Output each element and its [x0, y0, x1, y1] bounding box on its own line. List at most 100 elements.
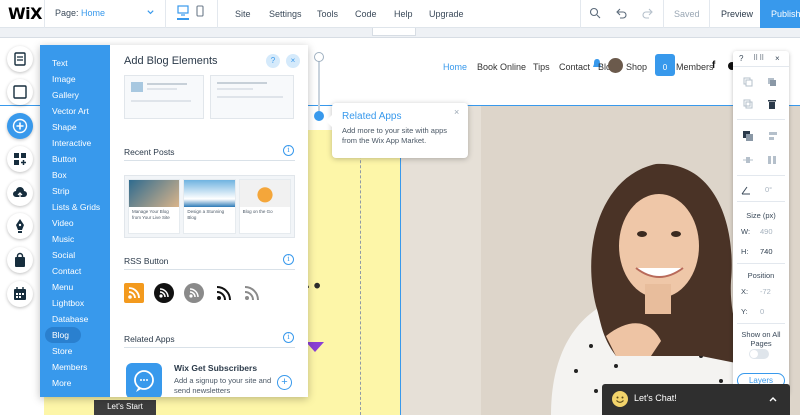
desktop-view-icon[interactable]	[177, 5, 189, 20]
add-app-button[interactable]: +	[277, 375, 292, 390]
category-blog[interactable]: Blog	[45, 327, 81, 343]
member-avatar[interactable]	[608, 58, 623, 73]
inspector-close-button[interactable]: ×	[775, 54, 780, 63]
rss-plain-black-icon[interactable]	[214, 283, 234, 303]
menu-site[interactable]: Site	[235, 9, 251, 19]
publish-button[interactable]: Publish	[760, 0, 800, 28]
background-button[interactable]	[7, 79, 33, 105]
site-nav-shop[interactable]: Shop	[626, 62, 647, 72]
align-icon[interactable]	[767, 131, 777, 141]
category-video[interactable]: Video	[40, 215, 110, 231]
menu-settings[interactable]: Settings	[269, 9, 302, 19]
category-social[interactable]: Social	[40, 247, 110, 263]
pages-button[interactable]	[7, 46, 33, 72]
blog-element-thumbnail[interactable]	[210, 75, 294, 119]
chevron-down-icon[interactable]	[146, 8, 155, 17]
blog-element-thumbnail[interactable]	[124, 75, 204, 119]
rotate-icon[interactable]	[741, 185, 751, 195]
category-contact[interactable]: Contact	[40, 263, 110, 279]
add-button[interactable]	[7, 113, 33, 139]
category-lists-grids[interactable]: Lists & Grids	[40, 199, 110, 215]
y-field[interactable]: 0	[760, 307, 764, 316]
panel-content: Add Blog Elements ? × Recent Posts i Man…	[110, 45, 308, 397]
site-nav-book-online[interactable]: Book Online	[477, 62, 526, 72]
ruler-handle[interactable]	[372, 28, 416, 36]
site-nav-home[interactable]: Home	[443, 62, 467, 72]
bookings-button[interactable]	[7, 281, 33, 307]
menu-upgrade[interactable]: Upgrade	[429, 9, 464, 19]
info-icon[interactable]: i	[283, 254, 294, 265]
facebook-icon[interactable]: f	[712, 60, 715, 71]
section-slider-dot[interactable]	[314, 52, 324, 62]
delete-trash-icon[interactable]	[767, 99, 777, 109]
info-icon[interactable]: i	[283, 145, 294, 156]
chevron-up-icon[interactable]	[768, 394, 778, 404]
menu-tools[interactable]: Tools	[317, 9, 338, 19]
upload-button[interactable]	[7, 180, 33, 206]
drag-handle-icon[interactable]: ⠿⠿	[753, 54, 765, 62]
category-shape[interactable]: Shape	[40, 119, 110, 135]
category-menu[interactable]: Menu	[40, 279, 110, 295]
info-icon[interactable]: i	[283, 332, 294, 343]
site-nav-contact[interactable]: Contact	[559, 62, 590, 72]
menu-help[interactable]: Help	[394, 9, 413, 19]
height-field[interactable]: 740	[760, 247, 773, 256]
width-field[interactable]: 490	[760, 227, 773, 236]
cart-bag-icon[interactable]: 0	[655, 54, 675, 76]
page-selector-label: Page:	[55, 8, 79, 18]
related-app-card[interactable]: Wix Get Subscribers Add a signup to your…	[124, 361, 295, 397]
distribute-icon[interactable]	[743, 155, 753, 165]
category-database[interactable]: Database	[40, 311, 110, 327]
category-text[interactable]: Text	[40, 55, 110, 71]
arrange-icon[interactable]	[743, 131, 753, 141]
inspector-help-button[interactable]: ?	[739, 54, 743, 63]
post-image	[184, 180, 235, 207]
undo-icon[interactable]	[615, 7, 627, 19]
rss-black-circle-icon[interactable]	[154, 283, 174, 303]
page-selector[interactable]: Page: Home	[55, 8, 105, 18]
duplicate-icon[interactable]	[743, 99, 753, 109]
menu-code[interactable]: Code	[355, 9, 377, 19]
chat-smiley-icon	[612, 391, 628, 407]
recent-posts-widget[interactable]: Manage Your Blog from Your Live Site Des…	[124, 175, 295, 238]
match-size-icon[interactable]	[767, 155, 777, 165]
size-label: Size (px)	[746, 211, 776, 220]
rss-orange-icon[interactable]	[124, 283, 144, 303]
lets-start-button[interactable]: Let's Start	[94, 400, 156, 415]
copy-icon[interactable]	[743, 77, 753, 87]
category-members[interactable]: Members	[40, 359, 110, 375]
category-image[interactable]: Image	[40, 71, 110, 87]
rss-plain-gray-icon[interactable]	[242, 283, 262, 303]
close-button[interactable]: ×	[286, 54, 300, 68]
category-store[interactable]: Store	[40, 343, 110, 359]
site-nav-members[interactable]: Members	[676, 62, 714, 72]
category-vector-art[interactable]: Vector Art	[40, 103, 110, 119]
show-all-pages-toggle[interactable]	[749, 349, 769, 359]
mobile-view-icon[interactable]	[196, 5, 204, 17]
chat-widget[interactable]: Let's Chat!	[602, 384, 790, 415]
apps-button[interactable]	[7, 146, 33, 172]
category-music[interactable]: Music	[40, 231, 110, 247]
tooltip-close-button[interactable]: ×	[454, 107, 459, 117]
blog-button[interactable]	[7, 213, 33, 239]
category-box[interactable]: Box	[40, 167, 110, 183]
category-gallery[interactable]: Gallery	[40, 87, 110, 103]
category-more[interactable]: More	[40, 375, 110, 391]
paste-icon[interactable]	[767, 77, 777, 87]
category-button[interactable]: Button	[40, 151, 110, 167]
category-strip[interactable]: Strip	[40, 183, 110, 199]
site-nav-tips[interactable]: Tips	[533, 62, 550, 72]
category-interactive[interactable]: Interactive	[40, 135, 110, 151]
purple-shape[interactable]	[306, 342, 324, 352]
rotation-value[interactable]: 0°	[765, 185, 772, 194]
redo-icon[interactable]	[642, 7, 654, 19]
rss-gray-circle-icon[interactable]	[184, 283, 204, 303]
help-button[interactable]: ?	[266, 54, 280, 68]
wix-logo[interactable]: WiX	[8, 4, 42, 23]
x-field[interactable]: -72	[760, 287, 771, 296]
zoom-search-icon[interactable]	[589, 7, 601, 19]
category-lightbox[interactable]: Lightbox	[40, 295, 110, 311]
store-button[interactable]	[7, 247, 33, 273]
section-slider-dot-active[interactable]	[314, 111, 324, 121]
preview-button[interactable]: Preview	[721, 9, 753, 19]
